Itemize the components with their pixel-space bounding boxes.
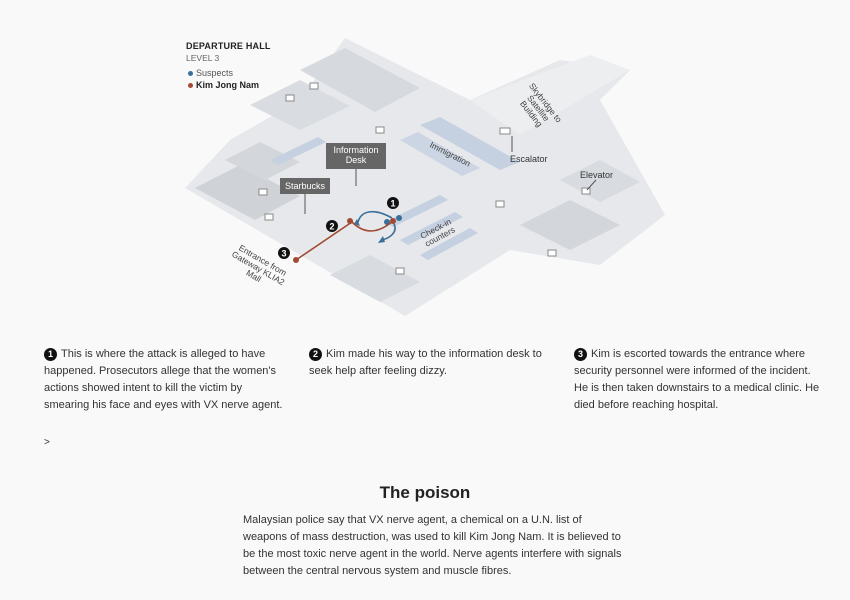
legend-label: Suspects	[196, 68, 234, 78]
caption-text: Kim made his way to the information desk…	[309, 348, 542, 377]
elevator-icon	[264, 213, 274, 221]
elevator-icon	[395, 267, 405, 275]
section-body: Malaysian police say that VX nerve agent…	[243, 514, 622, 577]
legend-item-suspects: Suspects	[188, 68, 233, 78]
caption-number: 2	[309, 348, 322, 361]
caption-text: Kim is escorted towards the entrance whe…	[574, 348, 820, 411]
caption-2: 2 Kim made his way to the information des…	[309, 346, 544, 380]
escalator-icon	[499, 127, 511, 135]
more-link[interactable]: >	[44, 437, 50, 448]
victim-dot	[347, 218, 353, 224]
elevator-icon	[375, 126, 385, 134]
caption-number: 1	[44, 348, 57, 361]
departure-hall-map: 1 2 3	[185, 38, 665, 316]
elevator-icon	[547, 249, 557, 257]
victim-dot	[293, 257, 299, 263]
legend-dot-icon	[188, 82, 193, 88]
caption-1: 1 This is where the attack is alleged to …	[44, 346, 289, 414]
caption-3: 3 Kim is escorted towards the entrance wh…	[574, 346, 824, 414]
legend-label: Kim Jong Nam	[196, 80, 260, 90]
victim-dot	[390, 218, 396, 224]
section-title: The poison	[379, 483, 471, 502]
caption-text: This is where the attack is alleged to h…	[44, 348, 283, 411]
suspect-dot	[396, 215, 402, 221]
legend-item-victim: Kim Jong Nam	[188, 80, 259, 90]
marker-3-label: 3	[281, 249, 286, 259]
elevator-icon	[581, 187, 591, 195]
starbucks-label: Starbucks	[280, 178, 330, 194]
elevator-icon	[285, 94, 295, 102]
legend-dot-icon	[188, 70, 193, 76]
elevator-icon	[309, 82, 319, 90]
map-title: DEPARTURE HALL	[186, 41, 271, 51]
elevator-icon	[258, 188, 268, 196]
information-desk-label: Information Desk	[326, 143, 386, 169]
elevator-icon	[495, 200, 505, 208]
elevator-label: Elevator	[580, 170, 614, 180]
caption-number: 3	[574, 348, 587, 361]
escalator-label: Escalator	[510, 154, 548, 164]
marker-1-label: 1	[390, 199, 395, 209]
marker-2-label: 2	[329, 222, 334, 232]
map-level: LEVEL 3	[186, 53, 220, 63]
